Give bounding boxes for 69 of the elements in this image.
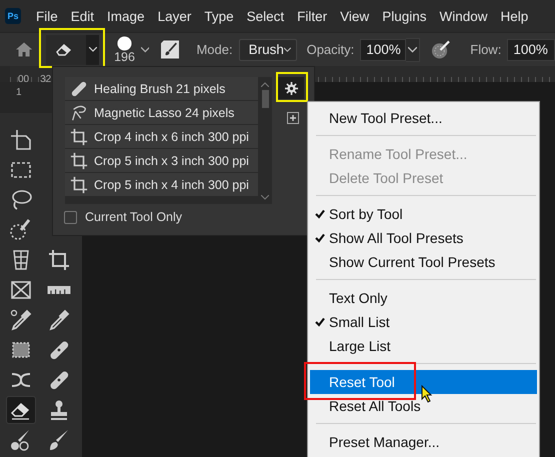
highlight-frame (276, 72, 308, 102)
app-logo[interactable]: Ps (5, 8, 21, 24)
home-icon[interactable] (16, 42, 32, 57)
brush-preset-picker[interactable]: 196 (114, 36, 135, 63)
preset-item[interactable]: Crop 5 inch x 4 inch 300 ppi (65, 173, 258, 196)
settings-icon (284, 82, 298, 94)
caret-icon[interactable] (140, 46, 150, 52)
caret-icon[interactable] (406, 38, 420, 62)
menu-item[interactable]: Layer (158, 8, 192, 24)
current-tool-only-checkbox[interactable]: Current Tool Only (64, 210, 182, 224)
menu-item[interactable]: Reset Tool (310, 370, 537, 394)
flow-label: Flow: (470, 42, 502, 57)
menu-item[interactable]: Sort by Tool (310, 202, 537, 226)
menu-item[interactable]: Filter (297, 8, 328, 24)
preset-item[interactable]: Healing Brush 21 pixels (65, 77, 258, 100)
ruler-label: 00 (18, 74, 30, 85)
caret-icon (284, 46, 291, 52)
scrollbar-thumb[interactable] (262, 90, 268, 108)
crop-icon (47, 248, 71, 272)
crop-icon (70, 176, 88, 194)
opacity-field[interactable]: 100% (360, 38, 406, 60)
menu-item[interactable]: Small List (310, 310, 537, 334)
menu-item[interactable]: Window (439, 8, 488, 24)
new-preset-icon[interactable] (287, 112, 299, 124)
menu-item[interactable]: Large List (310, 334, 537, 358)
tool-icon (9, 218, 33, 242)
flow-field[interactable]: 100% (507, 38, 555, 60)
mode-dropdown[interactable]: Brush (238, 38, 297, 60)
menu-item[interactable]: Edit (70, 8, 94, 24)
menu-item[interactable]: New Tool Preset... (310, 106, 537, 130)
airbrush-icon[interactable] (431, 40, 450, 60)
eraser-icon (56, 44, 72, 56)
settings-button[interactable] (278, 77, 304, 99)
brush-settings-icon[interactable] (161, 40, 180, 59)
brush-icon (47, 428, 71, 452)
opacity-label: Opacity: (306, 42, 354, 57)
menu-item[interactable]: Text Only (310, 286, 537, 310)
ruler-label: 32 (40, 74, 52, 85)
mode-label: Mode: (196, 42, 233, 57)
lasso-icon (70, 104, 88, 122)
scroll-up-icon[interactable] (261, 82, 269, 87)
tool-button[interactable] (6, 396, 36, 424)
menu-item[interactable]: View (340, 8, 370, 24)
menu-item[interactable]: Preset Manager... (310, 430, 537, 454)
menu-item[interactable]: Show Current Tool Presets (310, 250, 537, 274)
eyedropper-icon (9, 308, 33, 332)
tool-preset-picker[interactable] (46, 34, 100, 64)
menu-item[interactable]: File (36, 8, 58, 24)
menu-item[interactable]: Help (500, 8, 528, 24)
pointer-icon (421, 385, 433, 403)
brush-size: 196 (114, 51, 135, 63)
menu-item[interactable]: Select (246, 8, 284, 24)
preset-item[interactable]: Magnetic Lasso 24 pixels (65, 101, 258, 124)
ruler-label: 1 (16, 87, 22, 98)
frame-icon (9, 278, 33, 302)
menu-item[interactable]: Type (204, 8, 234, 24)
crop-icon (70, 152, 88, 170)
scroll-down-icon[interactable] (261, 195, 269, 200)
ruler-icon (47, 286, 71, 294)
menu-item[interactable]: Image (107, 8, 145, 24)
brush-tip-icon (117, 36, 132, 51)
preset-item[interactable]: Crop 4 inch x 6 inch 300 ppi (65, 125, 258, 148)
lasso-icon (9, 188, 33, 212)
menu-item[interactable]: Plugins (382, 8, 426, 24)
preset-item[interactable]: Crop 5 inch x 3 inch 300 ppi (65, 149, 258, 172)
crop-icon (70, 128, 88, 146)
eyedropper-icon (47, 308, 71, 332)
menu-item[interactable]: Show All Tool Presets (310, 226, 537, 250)
artboard-icon (9, 128, 33, 152)
